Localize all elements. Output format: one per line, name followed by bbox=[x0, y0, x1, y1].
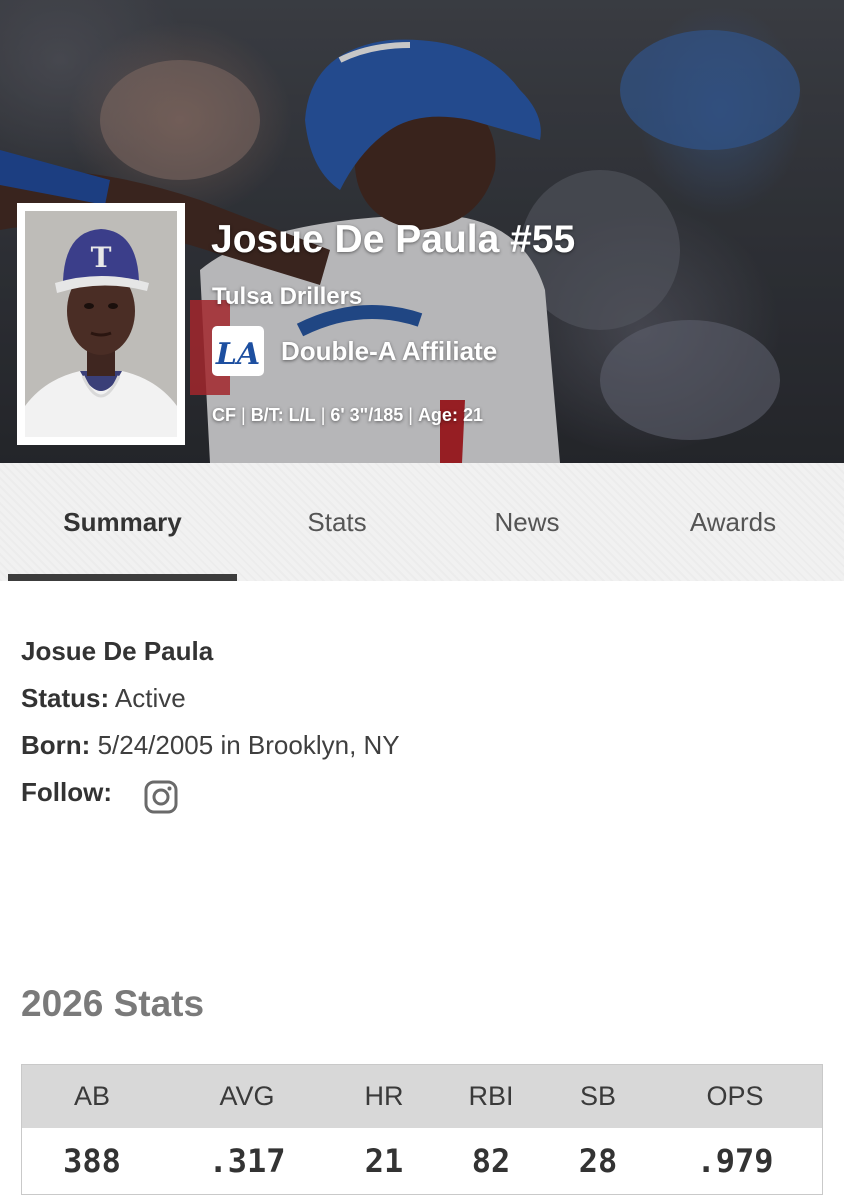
stat-col-ops: OPS bbox=[706, 1081, 764, 1111]
summary-status: Status: Active bbox=[21, 683, 186, 714]
team-name-link[interactable]: Tulsa Drillers bbox=[212, 283, 362, 311]
stat-col-ab: AB bbox=[73, 1081, 111, 1111]
tab-awards[interactable]: Awards bbox=[633, 463, 833, 581]
tab-stats[interactable]: Stats bbox=[237, 463, 437, 581]
bio-separator: | bbox=[408, 405, 413, 425]
player-bio-line: CF | B/T: L/L | 6' 3"/185 | Age: 21 bbox=[212, 405, 483, 426]
player-headshot: T bbox=[17, 203, 185, 445]
svg-text:T: T bbox=[91, 241, 112, 274]
summary-born: Born: 5/24/2005 in Brooklyn, NY bbox=[21, 730, 400, 761]
stat-value-sb: 28 bbox=[578, 1142, 618, 1180]
dodgers-logo-icon: LA bbox=[212, 326, 264, 376]
stat-value-ab: 388 bbox=[63, 1142, 121, 1180]
bio-age: Age: 21 bbox=[417, 405, 483, 425]
stat-col-sb: SB bbox=[579, 1081, 617, 1111]
season-stats-table: AB AVG HR RBI SB OPS 388 .317 21 82 28 .… bbox=[21, 1064, 823, 1195]
active-tab-indicator bbox=[8, 574, 237, 581]
stat-value-avg: .317 bbox=[208, 1142, 286, 1180]
tab-summary[interactable]: Summary bbox=[8, 463, 237, 581]
stat-value-ops: .979 bbox=[696, 1142, 774, 1180]
stats-value-row: 388 .317 21 82 28 .979 bbox=[22, 1128, 822, 1194]
affiliate-label[interactable]: Double-A Affiliate bbox=[281, 336, 497, 367]
stats-header-row: AB AVG HR RBI SB OPS bbox=[22, 1065, 822, 1128]
tab-news[interactable]: News bbox=[427, 463, 627, 581]
summary-follow: Follow: bbox=[21, 777, 112, 808]
tab-bar: Summary Stats News Awards bbox=[0, 463, 844, 581]
born-label: Born: bbox=[21, 730, 91, 760]
bio-bats-throws: B/T: L/L bbox=[250, 405, 316, 425]
player-hero-banner: T Josue De Paula #55 Tulsa Drillers LA D… bbox=[0, 0, 844, 463]
status-value: Active bbox=[114, 683, 186, 713]
bio-position: CF bbox=[212, 405, 236, 425]
player-name-number: Josue De Paula #55 bbox=[211, 218, 576, 261]
bio-separator: | bbox=[320, 405, 326, 425]
status-label: Status: bbox=[21, 683, 110, 713]
headshot-photo: T bbox=[25, 211, 177, 437]
summary-full-name: Josue De Paula bbox=[21, 636, 214, 666]
stat-col-avg: AVG bbox=[219, 1081, 275, 1111]
season-stats-title: 2026 Stats bbox=[21, 983, 205, 1024]
follow-label: Follow: bbox=[21, 777, 112, 807]
born-value: 5/24/2005 in Brooklyn, NY bbox=[97, 730, 400, 760]
bio-separator: | bbox=[241, 405, 246, 425]
bio-height-weight: 6' 3"/185 bbox=[330, 405, 404, 425]
instagram-icon[interactable] bbox=[144, 780, 178, 814]
affiliate-logo-text: LA bbox=[215, 337, 260, 372]
